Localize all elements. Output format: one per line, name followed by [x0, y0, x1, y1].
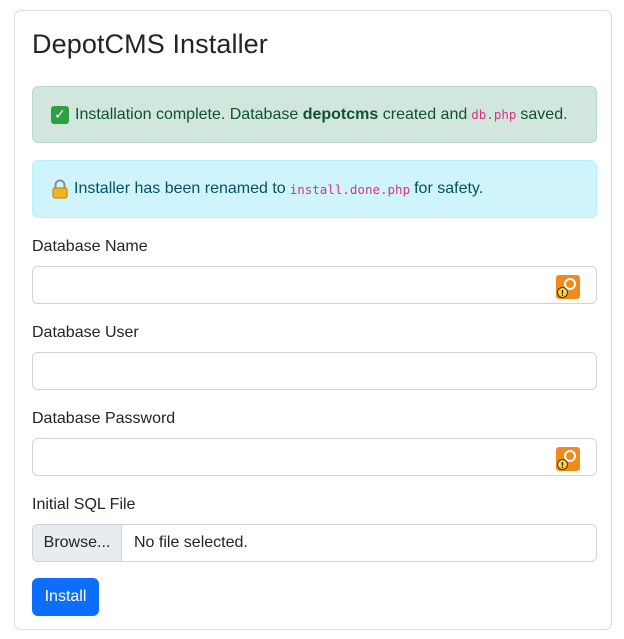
lock-icon [52, 179, 68, 199]
config-file-code: db.php [471, 107, 517, 122]
database-user-label: Database User [32, 324, 139, 341]
sql-file-input[interactable]: Browse... No file selected. [32, 524, 597, 562]
key-warning-icon[interactable]: ! [556, 275, 580, 299]
database-name-label: Database Name [32, 238, 148, 255]
installer-card: DepotCMS Installer ✓ Installation comple… [14, 10, 612, 630]
key-warning-icon[interactable]: ! [556, 447, 580, 471]
database-name-input[interactable]: ! [32, 266, 597, 304]
database-user-input[interactable] [32, 352, 597, 390]
database-password-input[interactable]: ! [32, 438, 597, 476]
success-text-mid: created and [382, 105, 468, 123]
sql-file-label: Initial SQL File [32, 496, 136, 513]
svg-text:!: ! [561, 289, 565, 298]
check-mark-icon: ✓ [51, 105, 69, 124]
database-name-text: depotcms [302, 105, 379, 123]
browse-button[interactable]: Browse... [33, 525, 122, 561]
info-text-pre: Installer has been renamed to [74, 180, 286, 197]
svg-text:!: ! [561, 461, 565, 470]
install-button[interactable]: Install [32, 578, 99, 616]
success-text-pre: Installation complete. Database [75, 105, 299, 123]
renamed-file-code: install.done.php [289, 181, 411, 197]
success-text-post: saved. [520, 105, 568, 123]
no-file-text: No file selected. [134, 534, 248, 551]
info-alert: Installer has been renamed to install.don… [32, 160, 597, 218]
success-alert: ✓ Installation complete. Database depotc… [32, 86, 597, 143]
page-title: DepotCMS Installer [32, 29, 268, 59]
database-password-label: Database Password [32, 410, 176, 427]
info-text-post: for safety. [414, 180, 484, 197]
